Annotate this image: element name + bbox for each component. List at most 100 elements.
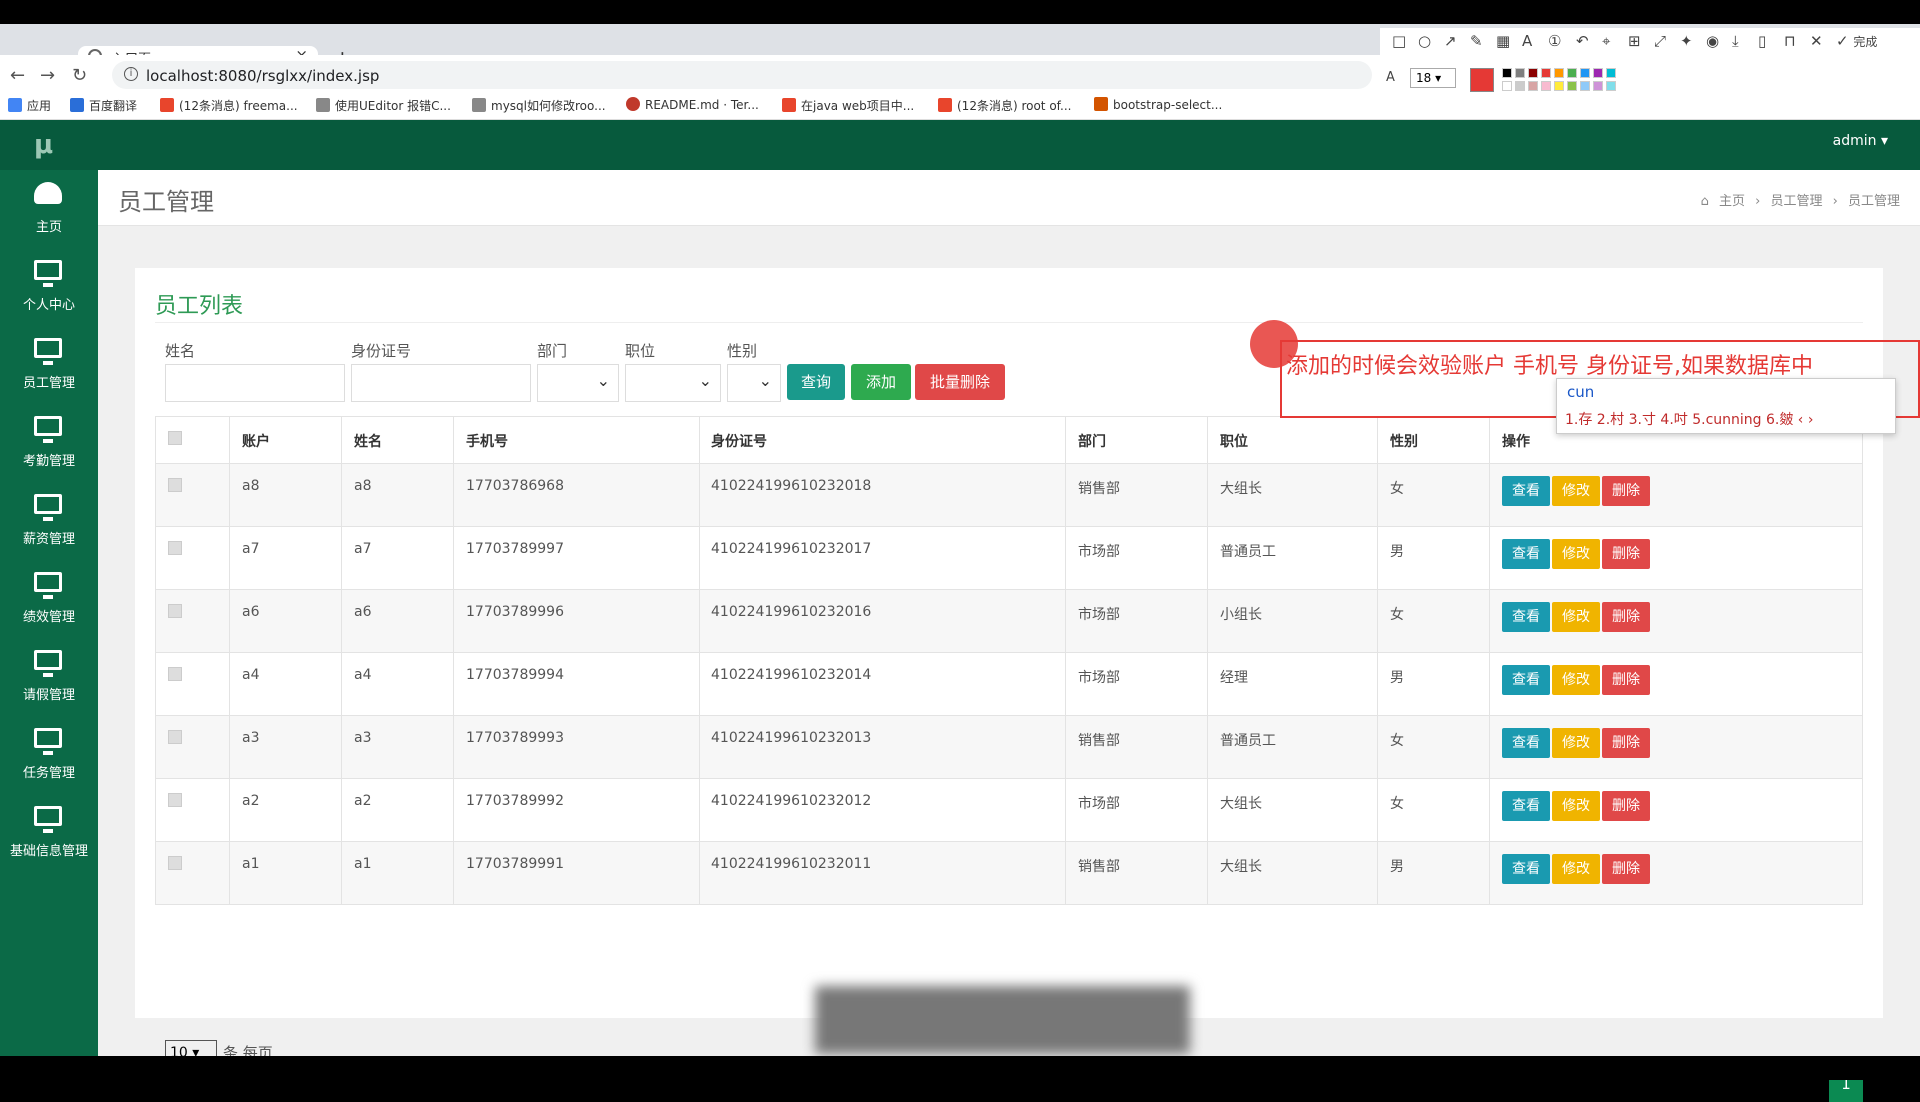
user-menu[interactable]: admin ▾: [1833, 133, 1888, 149]
batch-delete-button[interactable]: 批量删除: [915, 364, 1005, 400]
pin-icon[interactable]: ⌖: [1602, 32, 1610, 50]
row-checkbox[interactable]: [168, 667, 182, 681]
delete-button[interactable]: 删除: [1602, 476, 1650, 506]
row-checkbox[interactable]: [168, 604, 182, 618]
edit-button[interactable]: 修改: [1552, 476, 1600, 506]
delete-button[interactable]: 删除: [1602, 854, 1650, 884]
ime-candidates[interactable]: 1.存 2.村 3.寸 4.吋 5.cunning 6.皴 ‹ ›: [1565, 409, 1813, 429]
bookmark-item[interactable]: (12条消息) root of...: [938, 97, 1071, 114]
row-checkbox[interactable]: [168, 730, 182, 744]
breadcrumb-home[interactable]: 主页: [1719, 194, 1745, 209]
bookmark-item[interactable]: README.md · Ter...: [626, 97, 759, 112]
breadcrumb-employee[interactable]: 员工管理: [1770, 194, 1822, 209]
current-color-swatch[interactable]: [1470, 68, 1494, 92]
forward-icon[interactable]: →: [40, 65, 55, 86]
select-all-checkbox[interactable]: [168, 431, 182, 445]
copy-icon[interactable]: ▯: [1758, 32, 1766, 50]
undo-icon[interactable]: ↶: [1576, 32, 1589, 50]
view-button[interactable]: 查看: [1502, 728, 1550, 758]
row-checkbox[interactable]: [168, 478, 182, 492]
translate-icon[interactable]: ⊞: [1628, 32, 1641, 50]
position-select[interactable]: [625, 364, 721, 402]
edit-button[interactable]: 修改: [1552, 728, 1600, 758]
color-swatch[interactable]: [1567, 81, 1577, 91]
bookmark-item[interactable]: bootstrap-select...: [1094, 97, 1222, 112]
delete-button[interactable]: 删除: [1602, 665, 1650, 695]
delete-button[interactable]: 删除: [1602, 539, 1650, 569]
sidebar-item-home[interactable]: 主页: [0, 182, 98, 260]
name-input[interactable]: [165, 364, 345, 402]
bookmark-item[interactable]: mysql如何修改roo...: [472, 97, 606, 114]
arrow-icon[interactable]: ↗: [1444, 32, 1457, 50]
color-swatch[interactable]: [1580, 81, 1590, 91]
record-icon[interactable]: ◉: [1706, 32, 1719, 50]
view-button[interactable]: 查看: [1502, 854, 1550, 884]
color-swatch[interactable]: [1541, 81, 1551, 91]
sidebar-item-basic-info[interactable]: 基础信息管理: [0, 806, 98, 884]
view-button[interactable]: 查看: [1502, 791, 1550, 821]
color-swatch[interactable]: [1567, 68, 1577, 78]
view-button[interactable]: 查看: [1502, 602, 1550, 632]
reload-icon[interactable]: ↻: [72, 65, 87, 86]
back-icon[interactable]: ←: [10, 65, 25, 86]
edit-button[interactable]: 修改: [1552, 854, 1600, 884]
add-button[interactable]: 添加: [851, 364, 911, 400]
color-swatch[interactable]: [1554, 68, 1564, 78]
dept-select[interactable]: [537, 364, 619, 402]
row-checkbox[interactable]: [168, 793, 182, 807]
bookmark-icon[interactable]: ⊓: [1784, 32, 1796, 50]
view-button[interactable]: 查看: [1502, 539, 1550, 569]
rectangle-icon[interactable]: □: [1392, 32, 1406, 50]
number-icon[interactable]: ①: [1548, 32, 1561, 50]
row-checkbox[interactable]: [168, 856, 182, 870]
color-swatch[interactable]: [1515, 68, 1525, 78]
color-swatch[interactable]: [1528, 68, 1538, 78]
font-size-select[interactable]: 18 ▾: [1410, 68, 1456, 88]
sidebar-item-employee[interactable]: 员工管理: [0, 338, 98, 416]
color-swatch[interactable]: [1606, 68, 1616, 78]
delete-button[interactable]: 删除: [1602, 728, 1650, 758]
color-swatch[interactable]: [1554, 81, 1564, 91]
color-swatch[interactable]: [1606, 81, 1616, 91]
id-input[interactable]: [351, 364, 531, 402]
view-button[interactable]: 查看: [1502, 665, 1550, 695]
text-icon[interactable]: A: [1522, 32, 1532, 50]
color-swatch[interactable]: [1593, 81, 1603, 91]
color-swatch[interactable]: [1528, 81, 1538, 91]
bookmark-item[interactable]: 在java web项目中...: [782, 97, 914, 114]
edit-button[interactable]: 修改: [1552, 665, 1600, 695]
color-swatch[interactable]: [1502, 68, 1512, 78]
close-icon[interactable]: ✕: [1810, 32, 1823, 50]
info-icon[interactable]: i: [124, 67, 138, 81]
expand-icon[interactable]: ⤢: [1654, 32, 1666, 50]
edit-button[interactable]: 修改: [1552, 791, 1600, 821]
row-checkbox[interactable]: [168, 541, 182, 555]
color-swatch[interactable]: [1502, 81, 1512, 91]
bookmark-item[interactable]: 使用UEditor 报错C...: [316, 97, 451, 114]
bookmark-item[interactable]: (12条消息) freema...: [160, 97, 298, 114]
sidebar-item-leave[interactable]: 请假管理: [0, 650, 98, 728]
address-bar[interactable]: i localhost:8080/rsglxx/index.jsp: [112, 61, 1372, 89]
gender-select[interactable]: [727, 364, 781, 402]
delete-button[interactable]: 删除: [1602, 791, 1650, 821]
bookmark-item[interactable]: 百度翻译: [70, 97, 137, 114]
color-swatch[interactable]: [1580, 68, 1590, 78]
sidebar-item-attendance[interactable]: 考勤管理: [0, 416, 98, 494]
view-button[interactable]: 查看: [1502, 476, 1550, 506]
sidebar-item-tasks[interactable]: 任务管理: [0, 728, 98, 806]
color-swatch[interactable]: [1541, 68, 1551, 78]
sidebar-item-performance[interactable]: 绩效管理: [0, 572, 98, 650]
circle-icon[interactable]: ○: [1418, 32, 1431, 50]
query-button[interactable]: 查询: [787, 364, 845, 400]
done-button[interactable]: ✓ 完成: [1836, 32, 1877, 50]
edit-button[interactable]: 修改: [1552, 539, 1600, 569]
bookmark-apps[interactable]: 应用: [8, 97, 51, 114]
mosaic-icon[interactable]: ▦: [1496, 32, 1510, 50]
color-swatch[interactable]: [1593, 68, 1603, 78]
sidebar-item-personal-center[interactable]: 个人中心: [0, 260, 98, 338]
download-icon[interactable]: ⤓: [1732, 32, 1739, 50]
pin-window-icon[interactable]: ✦: [1680, 32, 1693, 50]
pen-icon[interactable]: ✎: [1470, 32, 1483, 50]
delete-button[interactable]: 删除: [1602, 602, 1650, 632]
sidebar-item-salary[interactable]: 薪资管理: [0, 494, 98, 572]
